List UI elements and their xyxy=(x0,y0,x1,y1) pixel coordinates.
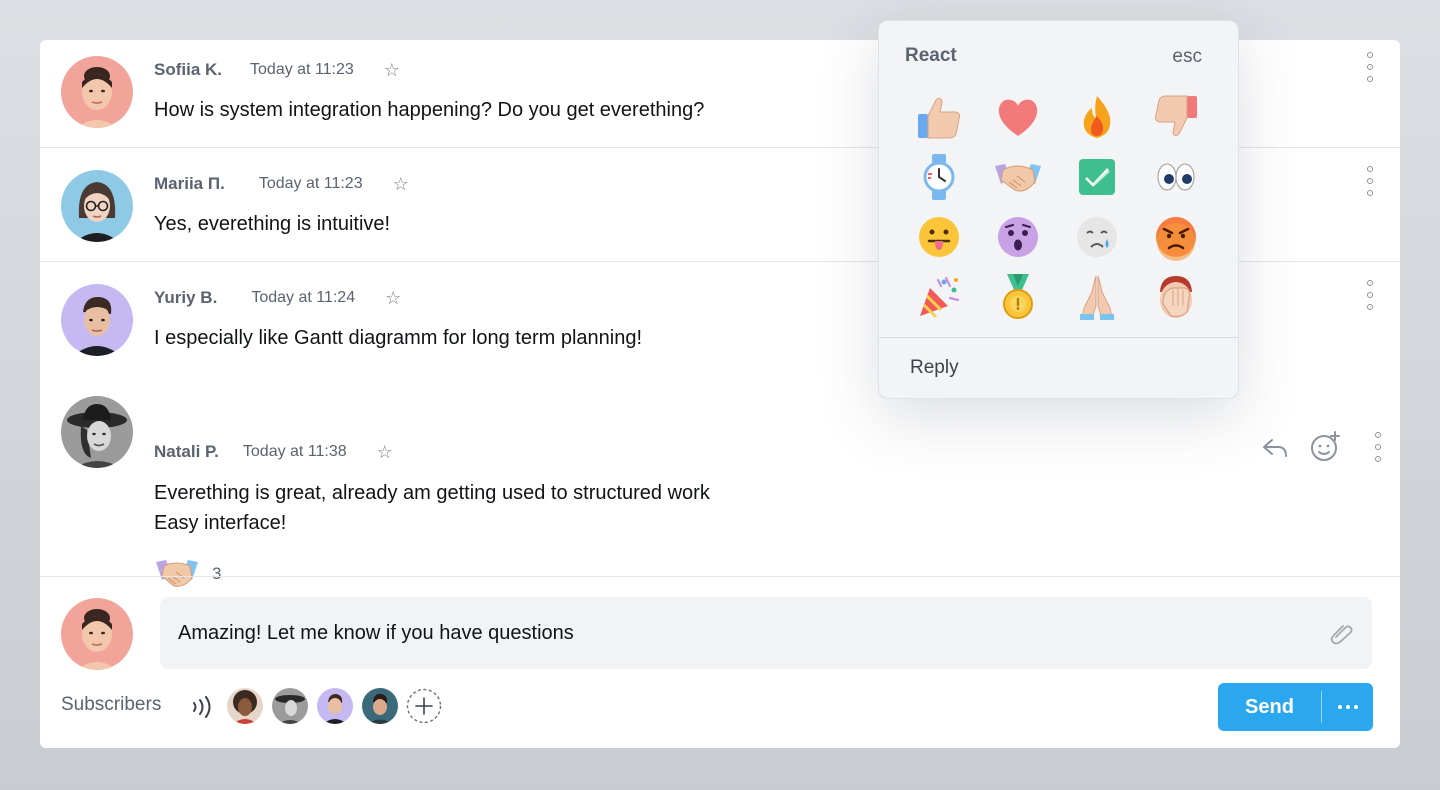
more-options-icon[interactable] xyxy=(1360,52,1380,82)
avatar[interactable] xyxy=(61,170,133,242)
composer-divider xyxy=(40,576,1400,577)
reaction-count: 3 xyxy=(212,564,222,583)
star-icon[interactable]: ☆ xyxy=(377,443,393,461)
avatar[interactable] xyxy=(61,396,133,468)
star-icon[interactable]: ☆ xyxy=(384,61,400,79)
avatar[interactable] xyxy=(61,56,133,128)
message-input[interactable] xyxy=(178,618,1278,648)
message-author[interactable]: Natali P. xyxy=(154,442,219,462)
add-reaction-icon[interactable] xyxy=(1308,430,1342,464)
popup-divider xyxy=(879,337,1238,338)
thumbs-down-icon[interactable] xyxy=(1146,87,1206,147)
subscriber-avatar[interactable] xyxy=(272,688,308,724)
subscriber-avatar[interactable] xyxy=(317,688,353,724)
star-icon[interactable]: ☆ xyxy=(393,175,409,193)
message-author[interactable]: Sofiia K. xyxy=(154,60,222,80)
handshake-icon[interactable] xyxy=(988,147,1048,207)
check-mark-icon[interactable] xyxy=(1067,147,1127,207)
subscriber-avatar[interactable] xyxy=(227,688,263,724)
current-user-avatar[interactable] xyxy=(61,598,133,670)
eyes-icon[interactable] xyxy=(1146,147,1206,207)
message-hover-actions xyxy=(1260,430,1388,464)
popup-title: React xyxy=(905,45,957,66)
send-options-icon[interactable] xyxy=(1322,705,1373,709)
message-timestamp: Today at 11:23 xyxy=(258,175,363,192)
broadcast-icon xyxy=(193,696,211,718)
subscribers-label: Subscribers xyxy=(61,694,162,715)
heart-icon[interactable] xyxy=(988,87,1048,147)
handshake-icon xyxy=(156,560,198,587)
reply-icon[interactable] xyxy=(1260,432,1290,462)
send-button[interactable]: Send xyxy=(1218,683,1373,731)
more-options-icon[interactable] xyxy=(1360,280,1380,310)
message-item: Natali P. Today at 11:38 ☆ Everething is… xyxy=(40,372,1400,587)
angry-face-icon[interactable] xyxy=(1146,207,1206,267)
message-text: Easy interface! xyxy=(154,512,287,534)
watch-icon[interactable] xyxy=(909,147,969,207)
subscriber-avatar[interactable] xyxy=(362,688,398,724)
message-text: I especially like Gantt diagramm for lon… xyxy=(154,327,643,349)
message-author[interactable]: Yuriy B. xyxy=(154,288,217,308)
attachment-icon[interactable] xyxy=(1328,621,1354,645)
face-palm-icon[interactable] xyxy=(1146,267,1206,327)
message-text: Yes, everething is intuitive! xyxy=(154,213,391,235)
more-options-icon[interactable] xyxy=(1368,432,1388,462)
add-subscriber-icon[interactable] xyxy=(406,688,442,724)
message-timestamp: Today at 11:23 xyxy=(250,61,354,78)
close-hint[interactable]: esc xyxy=(1172,46,1202,68)
folded-hands-icon[interactable] xyxy=(1067,267,1127,327)
message-text: How is system integration happening? Do … xyxy=(154,99,705,121)
react-popup: React esc Reply xyxy=(878,20,1239,399)
reaction-chip[interactable]: 3 xyxy=(154,554,221,594)
avatar[interactable] xyxy=(61,284,133,356)
message-timestamp: Today at 11:24 xyxy=(251,289,356,306)
message-author[interactable]: Mariia П. xyxy=(154,174,225,194)
medal-icon[interactable] xyxy=(988,267,1048,327)
message-text: Everething is great, already am getting … xyxy=(154,482,710,504)
send-button-label: Send xyxy=(1245,695,1294,718)
thumbs-up-icon[interactable] xyxy=(909,87,969,147)
message-timestamp: Today at 11:38 xyxy=(242,443,347,460)
fire-icon[interactable] xyxy=(1067,87,1127,147)
more-options-icon[interactable] xyxy=(1360,166,1380,196)
party-popper-icon[interactable] xyxy=(909,267,969,327)
astonished-face-icon[interactable] xyxy=(988,207,1048,267)
tongue-face-icon[interactable] xyxy=(909,207,969,267)
crying-face-icon[interactable] xyxy=(1067,207,1127,267)
reply-menu-item[interactable]: Reply xyxy=(910,357,959,379)
star-icon[interactable]: ☆ xyxy=(385,289,401,307)
